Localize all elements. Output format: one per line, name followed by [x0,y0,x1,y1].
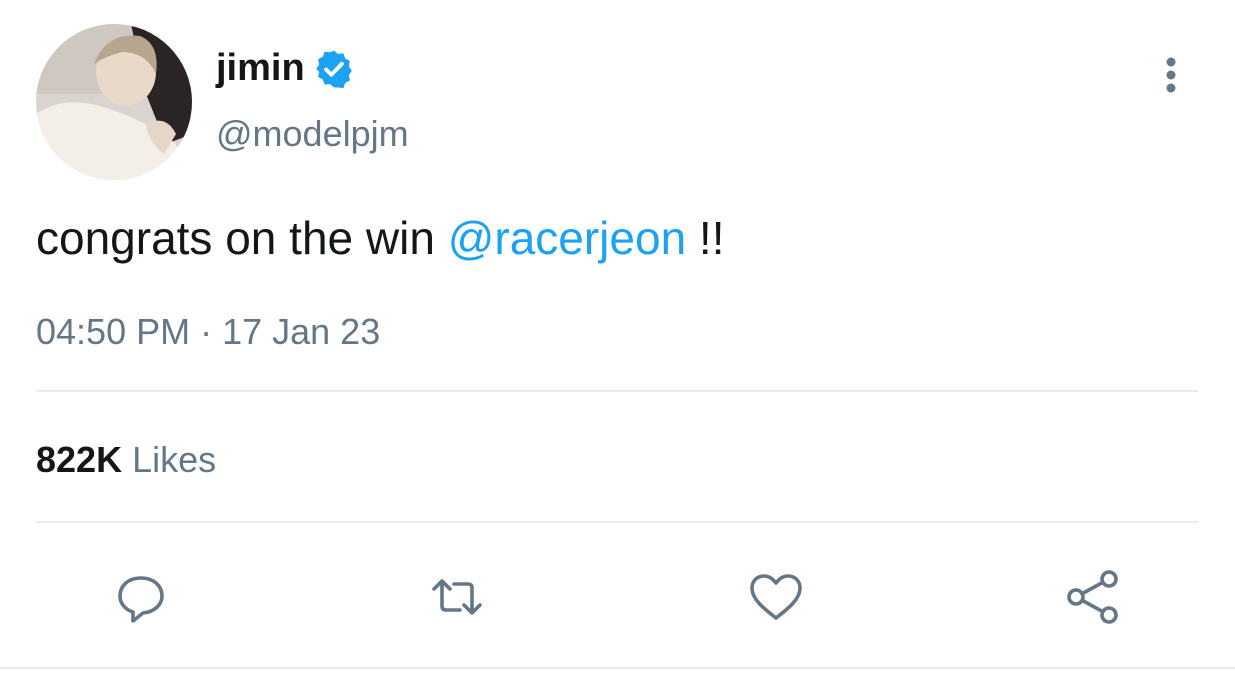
display-name[interactable]: jimin [216,44,305,92]
reply-button[interactable] [110,566,172,628]
tweet-time: 04:50 PM [36,311,191,352]
more-vertical-icon [1166,57,1176,93]
timestamp[interactable]: 04:50 PM · 17 Jan 23 [36,310,380,354]
author-row: jimin [216,44,355,92]
share-button[interactable] [1062,566,1124,628]
like-button[interactable] [745,566,807,628]
heart-icon [750,574,802,620]
likes-label: Likes [132,439,217,480]
divider [0,667,1235,669]
avatar-photo [36,24,192,180]
tweet-card: jimin @modelpjm congrats on the win @rac… [0,0,1235,687]
verified-badge-icon [315,50,352,89]
tweet-text-end: !! [686,212,725,264]
tweet-text: congrats on the win @racerjeon !! [36,210,725,266]
comment-icon [118,576,164,623]
avatar[interactable] [36,24,192,180]
more-options-button[interactable] [1150,54,1192,96]
retweet-button[interactable] [426,566,488,628]
tweet-date: 17 Jan 23 [222,311,381,352]
likes-count: 822K [36,439,123,480]
divider [36,390,1198,392]
mention-link[interactable]: @racerjeon [448,212,686,264]
likes-stat[interactable]: 822K Likes [36,438,216,482]
author-handle[interactable]: @modelpjm [216,112,409,156]
retweet-icon [432,579,482,615]
share-icon [1067,570,1118,624]
divider [36,521,1198,523]
timestamp-separator: · [190,311,223,352]
tweet-text-start: congrats on the win [36,212,448,264]
